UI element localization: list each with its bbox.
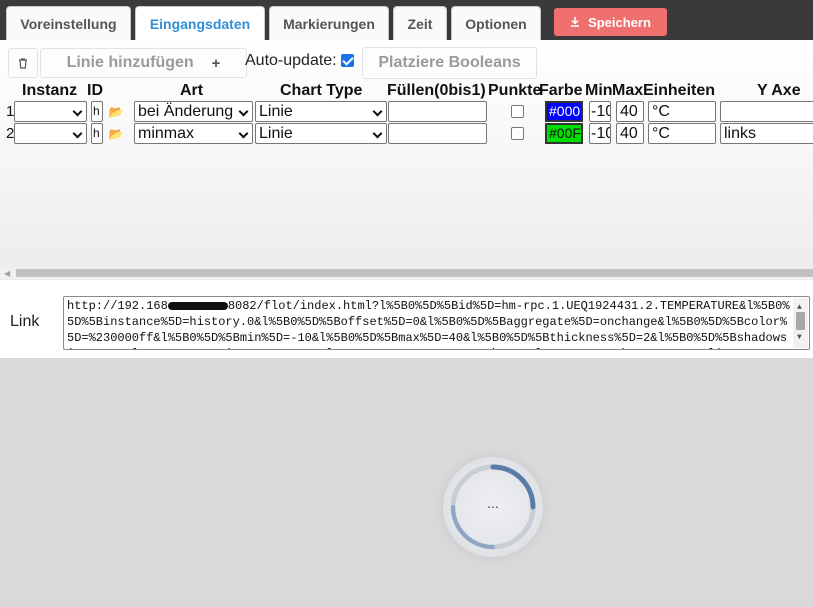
header-farbe: Farbe: [539, 82, 583, 99]
chart-type-select[interactable]: Linie: [255, 101, 387, 122]
header-max: Max: [612, 82, 644, 99]
folder-icon[interactable]: 📂: [106, 101, 126, 122]
save-button[interactable]: Speichern: [554, 8, 667, 36]
horizontal-scrollbar[interactable]: ◀: [0, 267, 813, 279]
color-input[interactable]: #00F: [545, 123, 583, 144]
chart-preview: ...: [0, 358, 813, 607]
download-icon: [571, 17, 580, 27]
spinner-text: ...: [487, 495, 499, 511]
folder-icon[interactable]: 📂: [106, 123, 126, 144]
loading-spinner: ...: [443, 457, 543, 557]
id-input[interactable]: h: [91, 101, 103, 122]
y-axis-input[interactable]: [720, 101, 813, 122]
art-select[interactable]: minmax: [134, 123, 253, 144]
tab-voreinstellung[interactable]: Voreinstellung: [6, 6, 131, 40]
points-checkbox[interactable]: [511, 127, 524, 140]
scroll-left-icon[interactable]: ◀: [4, 269, 10, 278]
unit-input[interactable]: °C: [648, 123, 716, 144]
link-textarea[interactable]: http://192.168 8082/flot/index.html?l%5B0…: [63, 296, 810, 350]
header-fuellen: Füllen(0bis1): [387, 82, 486, 99]
trash-icon: [19, 57, 27, 69]
tab-markierungen[interactable]: Markierungen: [269, 6, 389, 40]
header-instanz: Instanz: [22, 82, 78, 99]
color-input[interactable]: #000: [545, 101, 583, 122]
scrollbar-thumb[interactable]: [796, 312, 805, 330]
header-min: Min: [585, 82, 613, 99]
save-button-label: Speichern: [588, 14, 651, 30]
vertical-scrollbar[interactable]: ▲ ▼: [793, 298, 808, 348]
tab-bar: Voreinstellung Eingangsdaten Markierunge…: [0, 0, 813, 40]
tab-zeit[interactable]: Zeit: [393, 6, 447, 40]
unit-input[interactable]: °C: [648, 101, 716, 122]
scroll-down-icon[interactable]: ▼: [797, 330, 802, 346]
delete-button[interactable]: [8, 48, 38, 78]
instanz-select[interactable]: [14, 101, 87, 122]
redaction-mark: [167, 301, 228, 310]
autoupdate-label: Auto-update:: [245, 52, 337, 69]
y-axis-input[interactable]: links: [720, 123, 813, 144]
link-label: Link: [10, 313, 40, 330]
min-input[interactable]: -10: [589, 101, 611, 122]
max-input[interactable]: 40: [616, 101, 644, 122]
max-input[interactable]: 40: [616, 123, 644, 144]
autoupdate-checkbox[interactable]: [341, 54, 354, 67]
plus-icon: +: [211, 54, 221, 72]
header-id: ID: [87, 82, 103, 99]
fill-input[interactable]: [388, 101, 487, 122]
scrollbar-thumb[interactable]: [16, 269, 813, 277]
fill-input[interactable]: [388, 123, 487, 144]
add-line-label: Linie hinzufügen: [66, 54, 194, 71]
place-booleans-button[interactable]: Platziere Booleans: [362, 47, 537, 79]
add-line-button[interactable]: Linie hinzufügen +: [40, 48, 247, 78]
instanz-select[interactable]: [14, 123, 87, 144]
link-section: Link http://192.168 8082/flot/index.html?…: [0, 280, 813, 358]
header-art: Art: [180, 82, 204, 99]
tab-optionen[interactable]: Optionen: [451, 6, 541, 40]
header-punkte: Punkte: [488, 82, 542, 99]
chart-type-select[interactable]: Linie: [255, 123, 387, 144]
art-select[interactable]: bei Änderung: [134, 101, 253, 122]
header-einheiten: Einheiten: [643, 82, 716, 99]
min-input[interactable]: -10: [589, 123, 611, 144]
tab-eingangsdaten[interactable]: Eingangsdaten: [135, 6, 265, 40]
points-checkbox[interactable]: [511, 105, 524, 118]
link-prefix: http://192.168: [67, 299, 168, 313]
header-y-axe: Y Axe: [757, 82, 801, 99]
header-chart-type: Chart Type: [280, 82, 363, 99]
id-input[interactable]: h: [91, 123, 103, 144]
